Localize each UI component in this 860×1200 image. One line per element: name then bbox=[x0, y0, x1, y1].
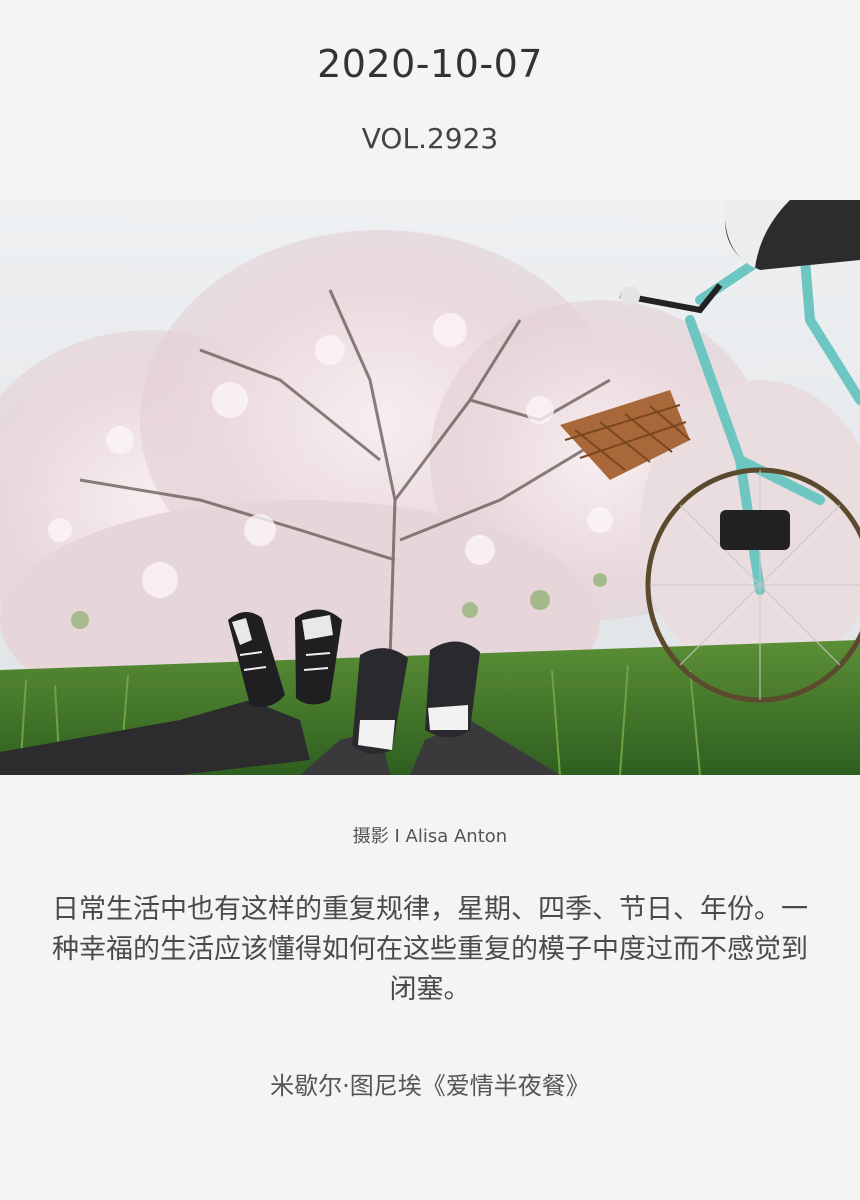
quote-source: 米歇尔·图尼埃《爱情半夜餐》 bbox=[270, 1072, 590, 1100]
cover-photo bbox=[0, 200, 860, 775]
date-title: 2020-10-07 bbox=[317, 42, 543, 86]
photo-credit: 摄影 I Alisa Anton bbox=[352, 826, 508, 847]
volume-label: VOL.2923 bbox=[361, 122, 499, 155]
quote-text: 日常生活中也有这样的重复规律，星期、四季、节日、年份。一种幸福的生活应该懂得如何… bbox=[52, 894, 808, 1005]
